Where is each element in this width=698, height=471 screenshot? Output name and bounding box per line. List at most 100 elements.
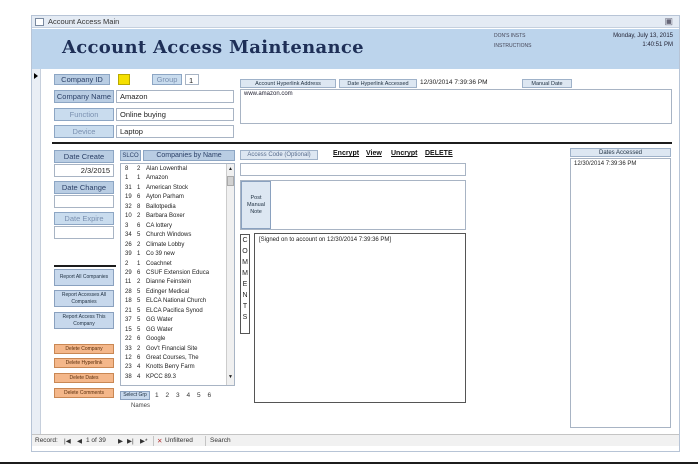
report-all-companies-button[interactable]: Report All Companies: [54, 269, 114, 286]
company-name-cell: GG Water: [146, 326, 173, 333]
company-group-cell: 6: [137, 355, 141, 361]
companies-listbox[interactable]: 8 2 Alan Lowenthal 1 1 Amazon 31 1 American Stoc…: [120, 163, 235, 386]
comments-field[interactable]: [Signed on to account on 12/30/2014 7:39…: [254, 233, 466, 403]
current-record-arrow-icon: [34, 73, 38, 79]
company-list-row[interactable]: 3 6 CA lottery: [121, 223, 234, 231]
filter-status[interactable]: Unfiltered: [165, 437, 193, 444]
company-name-cell: KPCC 89.3: [146, 373, 177, 380]
company-name-cell: Ayton Parham: [146, 194, 184, 201]
delete-dates-button[interactable]: Delete Dates: [54, 373, 114, 383]
company-group-cell: 5: [137, 326, 141, 333]
access-code-field[interactable]: [240, 163, 466, 176]
company-group-cell: 5: [137, 232, 141, 239]
dons-insts-link[interactable]: DON'S INSTS: [494, 33, 526, 39]
delete-hyperlink-button[interactable]: Delete Hyperlink: [54, 358, 114, 368]
company-list-row[interactable]: 21 5 ELCA Pacifica Synod: [121, 308, 234, 316]
scroll-thumb[interactable]: [227, 176, 234, 186]
scroll-up-icon[interactable]: ▲: [228, 166, 233, 172]
company-list-row[interactable]: 31 1 American Stock: [121, 185, 234, 193]
search-box[interactable]: Search: [210, 437, 231, 444]
group-field[interactable]: 1: [185, 74, 199, 85]
first-record-button[interactable]: |◀: [64, 437, 71, 445]
date-hyperlink-accessed-label: Date Hyperlink Accessed: [339, 79, 417, 88]
company-list-row[interactable]: 19 6 Ayton Parham: [121, 194, 234, 202]
company-id-cell: 8: [125, 166, 129, 172]
group-number-button[interactable]: 4: [187, 392, 191, 399]
record-selector[interactable]: [32, 69, 41, 445]
company-list-row[interactable]: 22 6 Google: [121, 336, 234, 344]
company-list-row[interactable]: 12 6 Great Courses, The: [121, 355, 234, 363]
comments-side-label: COMMENTS: [240, 234, 250, 334]
next-record-button[interactable]: ▶: [118, 437, 123, 445]
encrypt-link[interactable]: Encrypt: [333, 150, 359, 157]
company-list-row[interactable]: 38 4 KPCC 89.3: [121, 374, 234, 382]
date-change-field[interactable]: [54, 195, 114, 208]
company-list-row[interactable]: 33 2 Gov't Financial Site: [121, 346, 234, 354]
function-field[interactable]: Online buying: [116, 108, 234, 121]
date-expire-field[interactable]: [54, 226, 114, 239]
company-group-cell: 2: [137, 166, 141, 172]
delete-comments-button[interactable]: Delete Comments: [54, 388, 114, 398]
company-list-row[interactable]: 28 5 Edinger Medical: [121, 289, 234, 297]
group-number-button[interactable]: 5: [197, 392, 201, 399]
company-list-row[interactable]: 10 2 Barbara Boxer: [121, 213, 234, 221]
report-access-this-company-button[interactable]: Report Access This Company: [54, 312, 114, 329]
company-list-row[interactable]: 29 6 CSUF Extension Educa: [121, 270, 234, 278]
date-expire-label: Date Expire: [54, 212, 114, 225]
company-list-row[interactable]: 23 4 Knotts Berry Farm: [121, 364, 234, 372]
manual-date-button[interactable]: Manual Date: [522, 79, 572, 88]
company-id-cell: 18: [125, 298, 132, 305]
hyperlink-url-field[interactable]: www.amazon.com: [240, 89, 672, 124]
company-list-row[interactable]: 1 1 Amazon: [121, 175, 234, 183]
company-name-field[interactable]: Amazon: [116, 90, 234, 103]
delete-code-link[interactable]: DELETE: [425, 150, 453, 157]
company-list-row[interactable]: 2 1 Coachnet: [121, 261, 234, 269]
date-create-label: Date Create: [54, 150, 114, 163]
company-list-row[interactable]: 39 1 Co 39 new: [121, 251, 234, 259]
instructions-link[interactable]: INSTRUCTIONS: [494, 43, 532, 49]
company-list-row[interactable]: 8 2 Alan Lowenthal: [121, 166, 234, 174]
device-field[interactable]: Laptop: [116, 125, 234, 138]
group-number-button[interactable]: 2: [166, 392, 170, 399]
company-list-row[interactable]: 34 5 Church Windows: [121, 232, 234, 240]
delete-company-button[interactable]: Delete Company: [54, 344, 114, 354]
companies-by-name-header: Companies by Name: [143, 150, 235, 161]
company-list-row[interactable]: 32 8 Ballotpedia: [121, 204, 234, 212]
company-id-cell: 12: [125, 355, 132, 361]
dates-accessed-list[interactable]: 12/30/2014 7:39:36 PM: [570, 158, 671, 428]
prev-record-button[interactable]: ◀: [77, 437, 82, 445]
record-position[interactable]: 1 of 39: [86, 437, 106, 444]
scroll-down-icon[interactable]: ▼: [228, 374, 233, 380]
date-create-field[interactable]: 2/3/2015: [54, 164, 114, 177]
group-number-button[interactable]: 1: [155, 392, 159, 399]
company-list-row[interactable]: 26 2 Climate Lobby: [121, 242, 234, 250]
company-id-label: Company ID: [54, 74, 110, 85]
company-id-cell: 15: [125, 326, 132, 333]
company-name-cell: Ballotpedia: [146, 203, 176, 210]
company-group-cell: 4: [137, 373, 141, 380]
new-record-button[interactable]: ▶*: [140, 437, 148, 445]
select-group-button[interactable]: Select Grp: [120, 391, 150, 400]
header-time: 1:40:51 PM: [642, 42, 673, 48]
company-list-row[interactable]: 15 5 GG Water: [121, 327, 234, 335]
report-accesses-all-button[interactable]: Report Accesses All Companies: [54, 290, 114, 307]
company-name-cell: Edinger Medical: [146, 288, 190, 295]
company-list-row[interactable]: 18 5 ELCA National Church: [121, 298, 234, 306]
company-id-field[interactable]: [118, 74, 130, 85]
company-group-cell: 2: [137, 213, 141, 220]
date-hyperlink-accessed-value: 12/30/2014 7:39:36 PM: [420, 79, 488, 86]
group-number-button[interactable]: 3: [176, 392, 180, 399]
company-name-cell: Climate Lobby: [146, 241, 185, 248]
company-name-cell: Gov't Financial Site: [146, 345, 198, 352]
companies-scrollbar[interactable]: ▲ ▼: [226, 164, 234, 385]
view-link[interactable]: View: [366, 150, 382, 157]
uncrypt-link[interactable]: Uncrypt: [391, 150, 417, 157]
company-list-row[interactable]: 37 5 GG Water: [121, 317, 234, 325]
company-group-cell: 5: [137, 317, 141, 324]
company-list-row[interactable]: 11 2 Dianne Feinstein: [121, 279, 234, 287]
group-number-button[interactable]: 6: [208, 392, 212, 399]
header-date: Monday, July 13, 2015: [613, 33, 673, 39]
post-manual-note-button[interactable]: Post Manual Note: [241, 181, 271, 229]
restore-icon[interactable]: ▣: [664, 16, 673, 27]
last-record-button[interactable]: ▶|: [127, 437, 134, 445]
